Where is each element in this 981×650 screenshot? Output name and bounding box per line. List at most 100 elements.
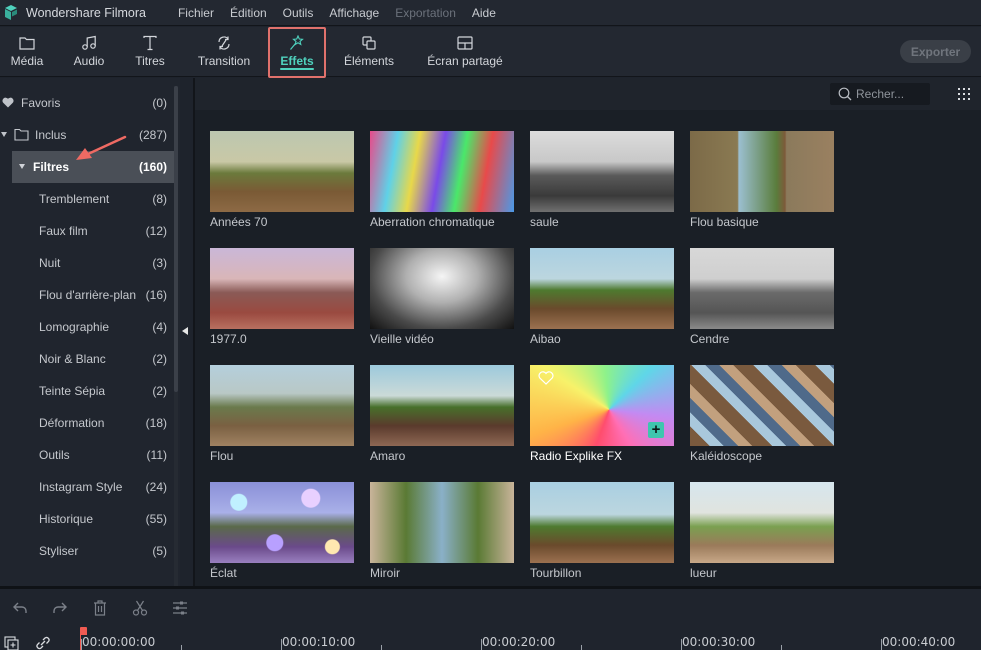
effect-thumbnail-cendre[interactable] — [690, 248, 834, 329]
tab-media-label: Média — [10, 54, 44, 68]
app-title: Wondershare Filmora — [26, 5, 146, 20]
sidebar-item-nuit[interactable]: Nuit (3) — [0, 247, 174, 279]
grid-view-icon[interactable] — [957, 87, 971, 101]
sidebar-item-outils[interactable]: Outils (11) — [0, 439, 174, 471]
effect-label: Miroir — [370, 566, 400, 580]
effect-thumbnail-1977-0[interactable] — [210, 248, 354, 329]
effect-preview-image — [530, 482, 674, 563]
tab-media[interactable]: Média — [8, 27, 46, 77]
annotation-arrow-icon — [76, 135, 127, 160]
effect-thumbnail-annees-70[interactable] — [210, 131, 354, 212]
sidebar-item-count: (3) — [152, 256, 167, 270]
effect-thumbnail-tourbillon[interactable] — [530, 482, 674, 563]
ruler-time-label: 00:00:40:00 — [882, 635, 956, 649]
filmora-logo-icon — [4, 4, 18, 21]
link-icon[interactable] — [35, 636, 51, 650]
collapse-sidebar-icon[interactable] — [182, 327, 188, 335]
sidebar-scrollbar-thumb[interactable] — [174, 86, 178, 392]
ruler-tick — [581, 645, 582, 650]
search-input[interactable]: Recher... — [830, 83, 930, 105]
sidebar-item-tremblement[interactable]: Tremblement (8) — [0, 183, 174, 215]
menu-edition[interactable]: Édition — [230, 6, 267, 20]
sidebar-item-noir-blanc[interactable]: Noir & Blanc (2) — [0, 343, 174, 375]
effect-thumbnail-kaleidoscope[interactable] — [690, 365, 834, 446]
menu-outils[interactable]: Outils — [283, 6, 314, 20]
tab-titres-label: Titres — [135, 54, 165, 68]
sidebar-item-label: Noir & Blanc — [39, 352, 106, 366]
sidebar-item-faux-film[interactable]: Faux film (12) — [0, 215, 174, 247]
effect-label: Kaléidoscope — [690, 449, 763, 463]
redo-icon[interactable] — [50, 598, 70, 618]
library-header: Recher... — [195, 78, 981, 110]
sidebar-item-label: Inclus — [35, 128, 67, 142]
effect-preview-image — [690, 131, 834, 212]
add-track-icon[interactable] — [4, 636, 20, 650]
effect-preview-image — [370, 365, 514, 446]
effect-preview-image — [370, 248, 514, 329]
effect-label: Flou — [210, 449, 234, 463]
ruler-tick — [81, 639, 82, 650]
effect-thumbnail-lueur[interactable] — [690, 482, 834, 563]
ruler-tick — [381, 645, 382, 650]
tab-audio-label: Audio — [73, 54, 105, 68]
effect-label: Années 70 — [210, 215, 268, 229]
sidebar-item-count: (0) — [152, 96, 167, 110]
effect-thumbnail-flou[interactable] — [210, 365, 354, 446]
add-to-timeline-plus-icon[interactable]: + — [648, 422, 664, 438]
sidebar-item-d-formation[interactable]: Déformation (18) — [0, 407, 174, 439]
effect-thumbnail-aibao[interactable] — [530, 248, 674, 329]
sidebar-item-label: Faux film — [39, 224, 88, 238]
sidebar-item-count: (12) — [145, 224, 167, 238]
menu-aide[interactable]: Aide — [472, 6, 496, 20]
sidebar-item-lomographie[interactable]: Lomographie (4) — [0, 311, 174, 343]
effect-label: Aibao — [530, 332, 561, 346]
sidebar-item-flou-d-arri-re-plan[interactable]: Flou d'arrière-plan (16) — [0, 279, 174, 311]
effect-preview-image — [690, 365, 834, 446]
effect-preview-image — [690, 248, 834, 329]
effect-thumbnail-saule[interactable] — [530, 131, 674, 212]
sidebar-item-favoris[interactable]: Favoris (0) — [0, 87, 174, 119]
timeline-panel: 00:00:00:00 00:00:10:00 00:00:20:00 00:00:3… — [0, 589, 981, 650]
menu-affichage[interactable]: Affichage — [329, 6, 379, 20]
undo-icon[interactable] — [10, 598, 30, 618]
sidebar-item-styliser[interactable]: Styliser (5) — [0, 535, 174, 567]
effect-thumbnail-eclat[interactable] — [210, 482, 354, 563]
sidebar-item-teinte-s-pia[interactable]: Teinte Sépia (2) — [0, 375, 174, 407]
sidebar-item-label: Favoris — [21, 96, 61, 110]
playhead-handle[interactable] — [80, 627, 87, 635]
favorite-heart-icon[interactable] — [538, 371, 554, 388]
music-note-icon — [81, 33, 97, 53]
tab-ecran-partage[interactable]: Écran partagé — [424, 27, 506, 77]
tab-titres[interactable]: Titres — [131, 27, 169, 77]
effects-library: Recher... Années 70 Aberration chromatiqu… — [195, 78, 981, 586]
tab-transition[interactable]: Transition — [193, 27, 255, 77]
effect-preview-image — [370, 131, 514, 212]
effect-thumbnail-radio-explike-fx[interactable]: + — [530, 365, 674, 446]
delete-icon[interactable] — [90, 598, 110, 618]
sidebar-item-historique[interactable]: Historique (55) — [0, 503, 174, 535]
search-icon — [838, 87, 852, 101]
sidebar-item-label: Filtres — [33, 160, 70, 174]
sidebar-item-count: (4) — [152, 320, 167, 334]
tab-elements[interactable]: Éléments — [340, 27, 398, 77]
heart-icon — [2, 97, 14, 111]
menu-fichier[interactable]: Fichier — [178, 6, 214, 20]
effect-label: Aberration chromatique — [370, 215, 495, 229]
sidebar-item-instagram-style[interactable]: Instagram Style (24) — [0, 471, 174, 503]
effect-thumbnail-amaro[interactable] — [370, 365, 514, 446]
scissors-icon[interactable] — [130, 598, 150, 618]
caret-down-icon — [19, 164, 25, 169]
ruler-tick — [881, 639, 882, 650]
export-button[interactable]: Exporter — [900, 40, 971, 63]
transition-icon — [216, 33, 232, 53]
effect-preview-image — [210, 482, 354, 563]
sidebar-item-count: (5) — [152, 544, 167, 558]
adjust-icon[interactable] — [170, 598, 190, 618]
effect-thumbnail-miroir[interactable] — [370, 482, 514, 563]
effect-thumbnail-vieille-video[interactable] — [370, 248, 514, 329]
menu-exportation[interactable]: Exportation — [395, 6, 456, 20]
tab-audio[interactable]: Audio — [70, 27, 108, 77]
effect-thumbnail-flou-basique[interactable] — [690, 131, 834, 212]
effect-thumbnail-aberration-chromatique[interactable] — [370, 131, 514, 212]
effect-label: 1977.0 — [210, 332, 247, 346]
